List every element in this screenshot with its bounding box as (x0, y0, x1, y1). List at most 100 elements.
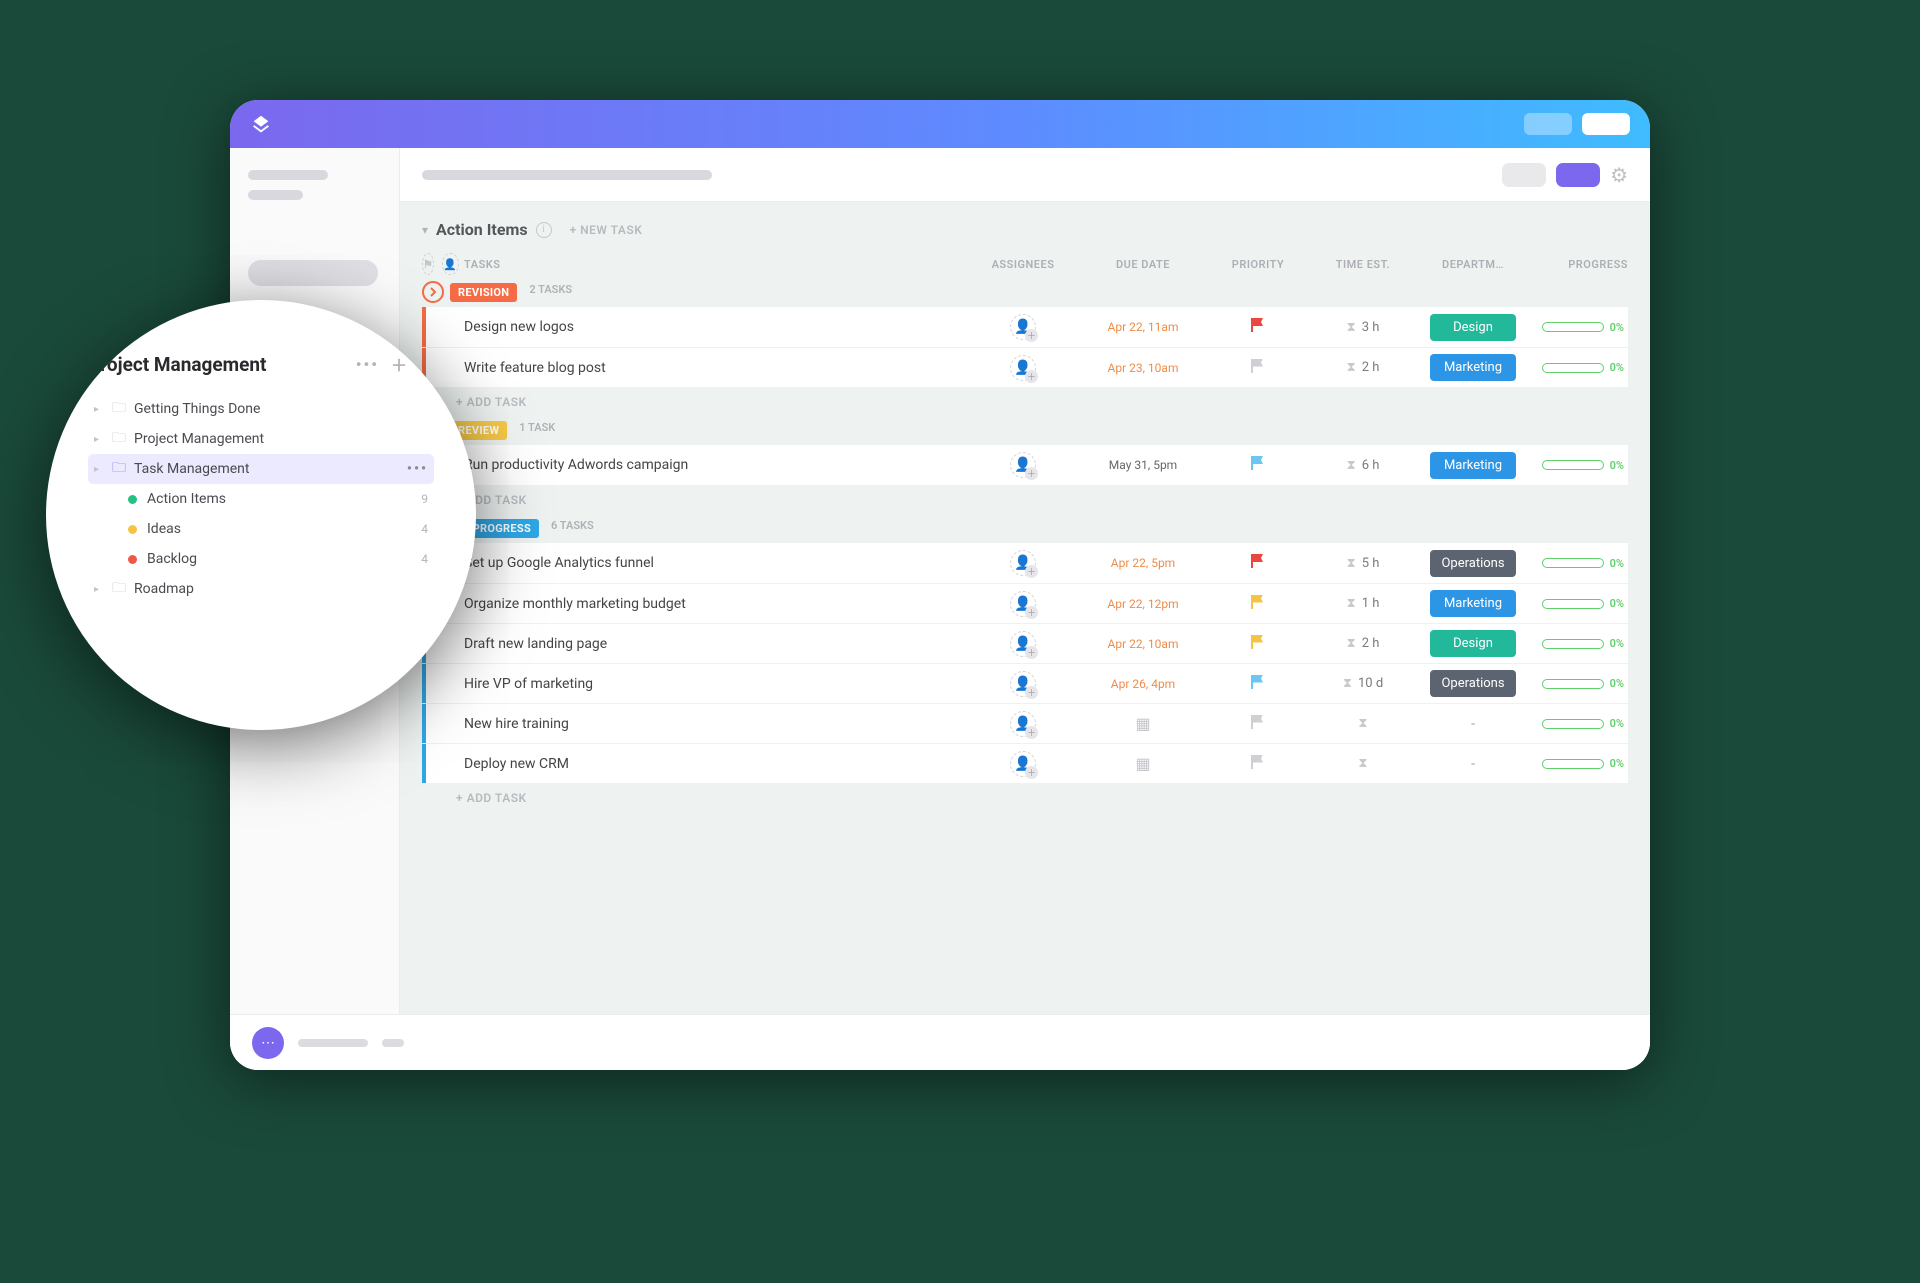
assignee-add-icon[interactable]: 👤 (1010, 631, 1036, 657)
folder-row[interactable]: ▸🗀Roadmap (88, 574, 434, 604)
folder-row[interactable]: ▸🗀Task Management••• (88, 454, 434, 484)
list-row[interactable]: Ideas4 (116, 514, 434, 544)
progress-cell[interactable]: 0% (1528, 637, 1628, 650)
progress-cell[interactable]: 0% (1528, 717, 1628, 730)
assignee-add-icon[interactable]: 👤 (1010, 671, 1036, 697)
task-row[interactable]: Hire VP of marketing 👤 Apr 26, 4pm ⧗10 d… (422, 663, 1628, 703)
task-name[interactable]: Deploy new CRM (452, 756, 968, 772)
dept-tag[interactable]: Operations (1430, 670, 1516, 697)
collapse-list-icon[interactable]: ▾ (422, 223, 428, 237)
dept-tag[interactable]: Operations (1430, 550, 1516, 577)
priority-flag[interactable] (1208, 635, 1308, 653)
task-name[interactable]: Design new logos (452, 319, 968, 335)
task-name[interactable]: New hire training (452, 716, 968, 732)
task-name[interactable]: Organize monthly marketing budget (452, 596, 968, 612)
calendar-icon[interactable]: ▦ (1078, 754, 1208, 773)
due-date[interactable]: May 31, 5pm (1078, 458, 1208, 472)
folder-row[interactable]: ▸🗀Getting Things Done (88, 394, 434, 424)
add-task-button[interactable]: + ADD TASK (400, 783, 1650, 815)
dept-tag[interactable]: Design (1430, 630, 1516, 657)
task-row[interactable]: Organize monthly marketing budget 👤 Apr … (422, 583, 1628, 623)
titlebar-toggle-1[interactable] (1524, 113, 1572, 135)
progress-cell[interactable]: 0% (1528, 677, 1628, 690)
view-chip-2[interactable] (1556, 163, 1600, 187)
assignee-add-icon[interactable]: 👤 (1010, 314, 1036, 340)
task-name[interactable]: Draft new landing page (452, 636, 968, 652)
add-task-button[interactable]: + ADD TASK (400, 485, 1650, 517)
time-estimate[interactable]: ⧗1 h (1308, 596, 1418, 611)
time-estimate[interactable]: ⧗10 d (1308, 676, 1418, 691)
folder-more-icon[interactable]: ••• (407, 461, 428, 477)
due-date[interactable]: Apr 23, 10am (1078, 361, 1208, 375)
progress-cell[interactable]: 0% (1528, 459, 1628, 472)
progress-cell[interactable]: 0% (1528, 597, 1628, 610)
flag-column-icon[interactable]: ⚑ (422, 253, 434, 275)
list-row[interactable]: Action Items9 (116, 484, 434, 514)
task-name[interactable]: Hire VP of marketing (452, 676, 968, 692)
assignee-add-icon[interactable]: 👤 (1010, 591, 1036, 617)
priority-flag[interactable] (1208, 318, 1308, 336)
priority-flag[interactable] (1208, 715, 1308, 733)
folder-row[interactable]: ▸🗀Project Management (88, 424, 434, 454)
progress-cell[interactable]: 0% (1528, 361, 1628, 374)
priority-flag[interactable] (1208, 456, 1308, 474)
progress-cell[interactable]: 0% (1528, 757, 1628, 770)
priority-flag[interactable] (1208, 554, 1308, 572)
statusbar-placeholder (400, 1039, 404, 1047)
task-name[interactable]: Write feature blog post (452, 360, 968, 376)
col-progress: PROGRESS (1528, 258, 1628, 271)
due-date[interactable]: Apr 22, 5pm (1078, 556, 1208, 570)
dept-tag[interactable]: Marketing (1430, 590, 1516, 617)
due-date[interactable]: Apr 26, 4pm (1078, 677, 1208, 691)
time-estimate[interactable]: ⧗ (1308, 756, 1418, 771)
task-row[interactable]: Set up Google Analytics funnel 👤 Apr 22,… (422, 543, 1628, 583)
add-task-button[interactable]: + ADD TASK (400, 387, 1650, 419)
task-name[interactable]: Run productivity Adwords campaign (452, 457, 968, 473)
titlebar-toggle-2[interactable] (1582, 113, 1630, 135)
due-date[interactable]: Apr 22, 10am (1078, 637, 1208, 651)
due-date[interactable]: Apr 22, 12pm (1078, 597, 1208, 611)
progress-cell[interactable]: 0% (1528, 321, 1628, 334)
priority-flag[interactable] (1208, 755, 1308, 773)
time-estimate[interactable]: ⧗5 h (1308, 556, 1418, 571)
assignee-add-icon[interactable]: 👤 (1010, 550, 1036, 576)
status-label[interactable]: REVISION (450, 283, 517, 302)
assignee-add-icon[interactable]: 👤 (1010, 751, 1036, 777)
priority-flag[interactable] (1208, 595, 1308, 613)
task-row[interactable]: Design new logos 👤 Apr 22, 11am ⧗3 h Des… (422, 307, 1628, 347)
flag-icon (1251, 318, 1265, 332)
info-icon[interactable]: i (536, 222, 552, 238)
dept-tag[interactable]: Marketing (1430, 354, 1516, 381)
dept-tag[interactable]: Design (1430, 314, 1516, 341)
status-toggle-icon[interactable] (422, 281, 444, 303)
space-add-icon[interactable]: ＋ (391, 352, 407, 376)
dept-tag[interactable]: Marketing (1430, 452, 1516, 479)
time-estimate[interactable]: ⧗2 h (1308, 360, 1418, 375)
list-row[interactable]: Backlog4 (116, 544, 434, 574)
task-row[interactable]: Write feature blog post 👤 Apr 23, 10am ⧗… (422, 347, 1628, 387)
progress-cell[interactable]: 0% (1528, 557, 1628, 570)
time-estimate[interactable]: ⧗ (1308, 716, 1418, 731)
assignee-add-icon[interactable]: 👤 (1010, 452, 1036, 478)
assignee-add-icon[interactable]: 👤 (1010, 355, 1036, 381)
priority-flag[interactable] (1208, 675, 1308, 693)
sidebar-search-placeholder[interactable] (248, 260, 378, 286)
chevron-right-icon: ▸ (94, 434, 106, 445)
time-estimate[interactable]: ⧗6 h (1308, 458, 1418, 473)
priority-flag[interactable] (1208, 359, 1308, 377)
task-row[interactable]: Run productivity Adwords campaign 👤 May … (422, 445, 1628, 485)
time-estimate[interactable]: ⧗3 h (1308, 320, 1418, 335)
new-task-button[interactable]: + NEW TASK (570, 223, 643, 237)
time-estimate[interactable]: ⧗2 h (1308, 636, 1418, 651)
view-chip-1[interactable] (1502, 163, 1546, 187)
settings-gear-icon[interactable]: ⚙ (1610, 163, 1628, 187)
due-date[interactable]: Apr 22, 11am (1078, 320, 1208, 334)
assignee-add-icon[interactable]: 👤 (1010, 711, 1036, 737)
space-more-icon[interactable]: ••• (356, 355, 379, 374)
task-name[interactable]: Set up Google Analytics funnel (452, 555, 968, 571)
task-row[interactable]: New hire training 👤 ▦ ⧗ - 0% (422, 703, 1628, 743)
task-row[interactable]: Deploy new CRM 👤 ▦ ⧗ - 0% (422, 743, 1628, 783)
list-title: Action Items (436, 220, 528, 239)
calendar-icon[interactable]: ▦ (1078, 714, 1208, 733)
task-row[interactable]: Draft new landing page 👤 Apr 22, 10am ⧗2… (422, 623, 1628, 663)
